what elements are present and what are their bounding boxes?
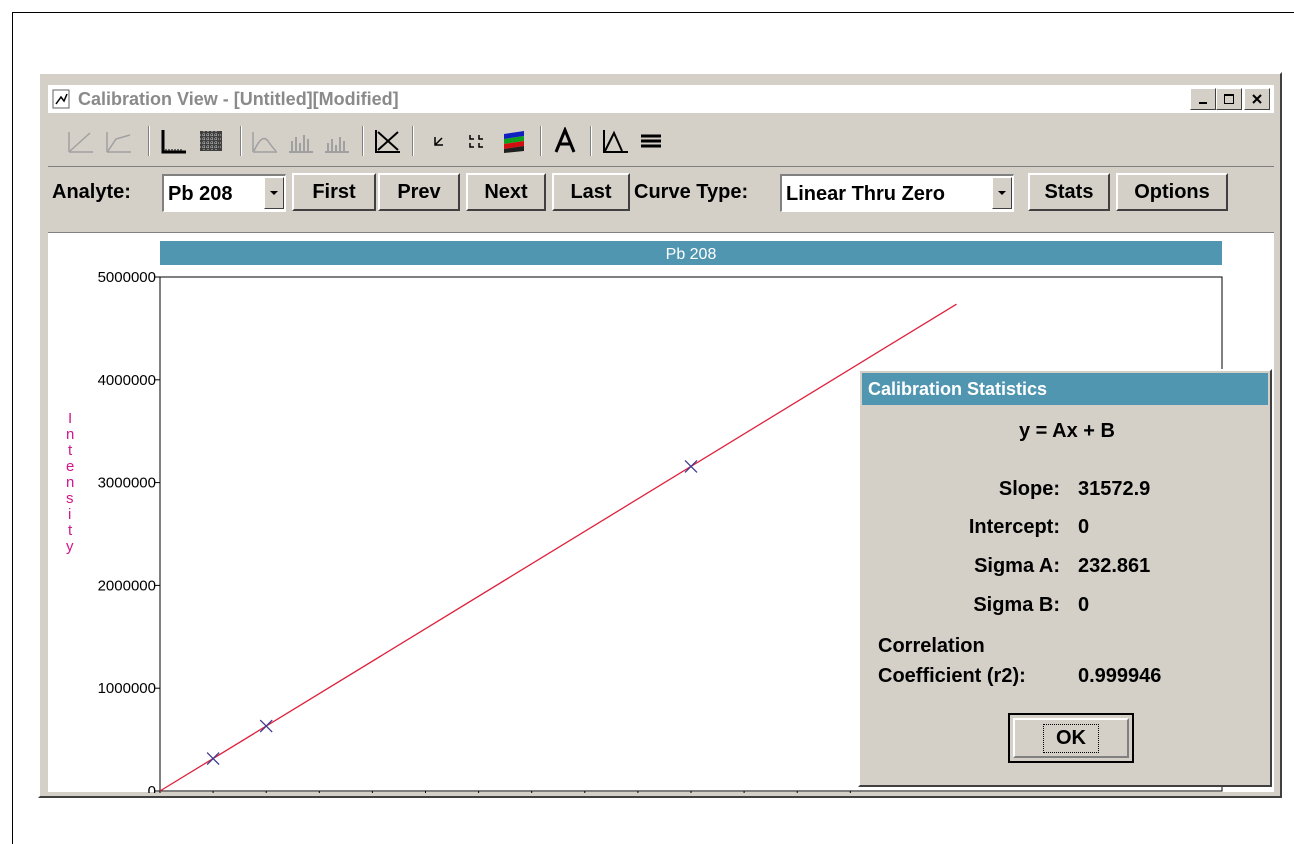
equation: y = Ax + B bbox=[1019, 420, 1115, 442]
axes-icon bbox=[161, 130, 186, 154]
navigation-toolbar: Analyte: Pb 208 First Prev Next Last Cur… bbox=[48, 166, 1274, 212]
toolbar-separator bbox=[362, 126, 364, 156]
title-bar[interactable]: Calibration View - [Untitled][Modified] bbox=[48, 85, 1274, 113]
fit-icon bbox=[375, 130, 400, 153]
y-tick-label: 2000000 bbox=[98, 577, 156, 594]
curve-type-value: Linear Thru Zero bbox=[786, 183, 945, 205]
ok-button-face: OK bbox=[1013, 718, 1129, 758]
slope-value: 31572.9 bbox=[1078, 478, 1151, 500]
options-button[interactable]: Options bbox=[1116, 173, 1228, 211]
intercept-value: 0 bbox=[1078, 516, 1090, 538]
toolbar-separator bbox=[412, 126, 414, 156]
curve-type-select[interactable]: Linear Thru Zero bbox=[780, 174, 1014, 212]
window-title: Calibration View - [Untitled][Modified] bbox=[78, 89, 399, 109]
y-tick-label: 0 bbox=[148, 783, 156, 793]
bars-button[interactable] bbox=[284, 124, 318, 158]
minimize-button[interactable] bbox=[1190, 88, 1216, 110]
chevron-down-icon bbox=[270, 191, 278, 195]
double-arrow-button[interactable] bbox=[460, 124, 494, 158]
sigma-b-label: Sigma B: bbox=[973, 594, 1060, 616]
curve-type-label: Curve Type: bbox=[634, 181, 749, 203]
peak-button[interactable] bbox=[248, 124, 282, 158]
bars-icon bbox=[289, 135, 313, 153]
correlation-label-line2: Coefficient (r2): bbox=[878, 665, 1026, 687]
double-arrow-icon bbox=[469, 135, 483, 148]
icon-toolbar bbox=[48, 120, 1274, 162]
ok-label: OK bbox=[1043, 723, 1099, 753]
line-chart-2-icon bbox=[106, 132, 131, 153]
minimize-icon bbox=[1199, 102, 1207, 104]
menu-lines-button[interactable] bbox=[634, 124, 668, 158]
ok-button[interactable]: OK bbox=[1008, 713, 1134, 763]
close-button[interactable] bbox=[1244, 88, 1270, 110]
data-point bbox=[684, 459, 698, 473]
y-tick-label: 5000000 bbox=[98, 269, 156, 286]
toolbar-separator bbox=[240, 126, 242, 156]
analyte-dropdown-button[interactable] bbox=[264, 177, 284, 209]
line-chart-2-button[interactable] bbox=[102, 124, 136, 158]
spectrum-icon bbox=[603, 130, 628, 153]
spectrum-button[interactable] bbox=[598, 124, 632, 158]
correlation-value: 0.999946 bbox=[1078, 665, 1162, 687]
chevron-down-icon bbox=[998, 191, 1006, 195]
small-arrow-button[interactable] bbox=[422, 124, 456, 158]
fit-line bbox=[159, 303, 957, 792]
maximize-icon bbox=[1224, 94, 1234, 104]
dialog-title: Calibration Statistics bbox=[868, 379, 1048, 399]
maximize-button[interactable] bbox=[1216, 88, 1242, 110]
sigma-a-label: Sigma A: bbox=[974, 555, 1060, 577]
close-icon bbox=[1252, 94, 1262, 104]
bars-2-icon bbox=[325, 137, 349, 153]
app-icon bbox=[52, 89, 70, 109]
intercept-label: Intercept: bbox=[968, 516, 1060, 538]
toolbar-separator bbox=[590, 126, 592, 156]
correlation-label-line1: Correlation bbox=[878, 635, 985, 657]
peak-icon bbox=[252, 132, 277, 153]
analyte-value: Pb 208 bbox=[168, 183, 233, 205]
y-tick-label: 3000000 bbox=[98, 475, 156, 492]
font-button[interactable] bbox=[548, 124, 582, 158]
toolbar-separator bbox=[540, 126, 542, 156]
dialog-title-bar[interactable]: Calibration Statistics bbox=[862, 373, 1268, 405]
analyte-select[interactable]: Pb 208 bbox=[162, 174, 286, 212]
calibration-statistics-dialog: Calibration Statistics y = Ax + B Slope:… bbox=[858, 369, 1272, 787]
axes-button[interactable] bbox=[156, 124, 190, 158]
last-button[interactable]: Last bbox=[552, 173, 630, 211]
menu-lines-icon bbox=[641, 134, 661, 148]
fit-button[interactable] bbox=[370, 124, 404, 158]
curve-type-dropdown-button[interactable] bbox=[992, 177, 1012, 209]
toolbar-separator bbox=[148, 126, 150, 156]
grid-icon bbox=[200, 131, 222, 151]
small-arrow-icon bbox=[434, 137, 443, 146]
stats-button[interactable]: Stats bbox=[1028, 173, 1110, 211]
next-button[interactable]: Next bbox=[466, 173, 546, 211]
prev-button[interactable]: Prev bbox=[378, 173, 460, 211]
line-chart-button[interactable] bbox=[64, 124, 98, 158]
data-point bbox=[259, 719, 273, 733]
first-button[interactable]: First bbox=[292, 173, 376, 211]
grid-button[interactable] bbox=[194, 124, 228, 158]
y-tick-label: 1000000 bbox=[98, 680, 156, 697]
chart-title: Pb 208 bbox=[666, 246, 717, 263]
y-tick-label: 4000000 bbox=[98, 372, 156, 389]
sigma-a-value: 232.861 bbox=[1078, 555, 1151, 577]
bars-2-button[interactable] bbox=[320, 124, 354, 158]
sigma-b-value: 0 bbox=[1078, 594, 1090, 616]
color-bands-icon bbox=[504, 131, 524, 153]
color-bands-button[interactable] bbox=[496, 124, 530, 158]
analyte-label: Analyte: bbox=[52, 181, 131, 203]
line-chart-icon bbox=[68, 132, 93, 153]
data-point bbox=[206, 752, 220, 766]
font-icon bbox=[554, 127, 576, 153]
slope-label: Slope: bbox=[998, 478, 1060, 500]
y-axis-label: Intensity bbox=[66, 410, 74, 555]
